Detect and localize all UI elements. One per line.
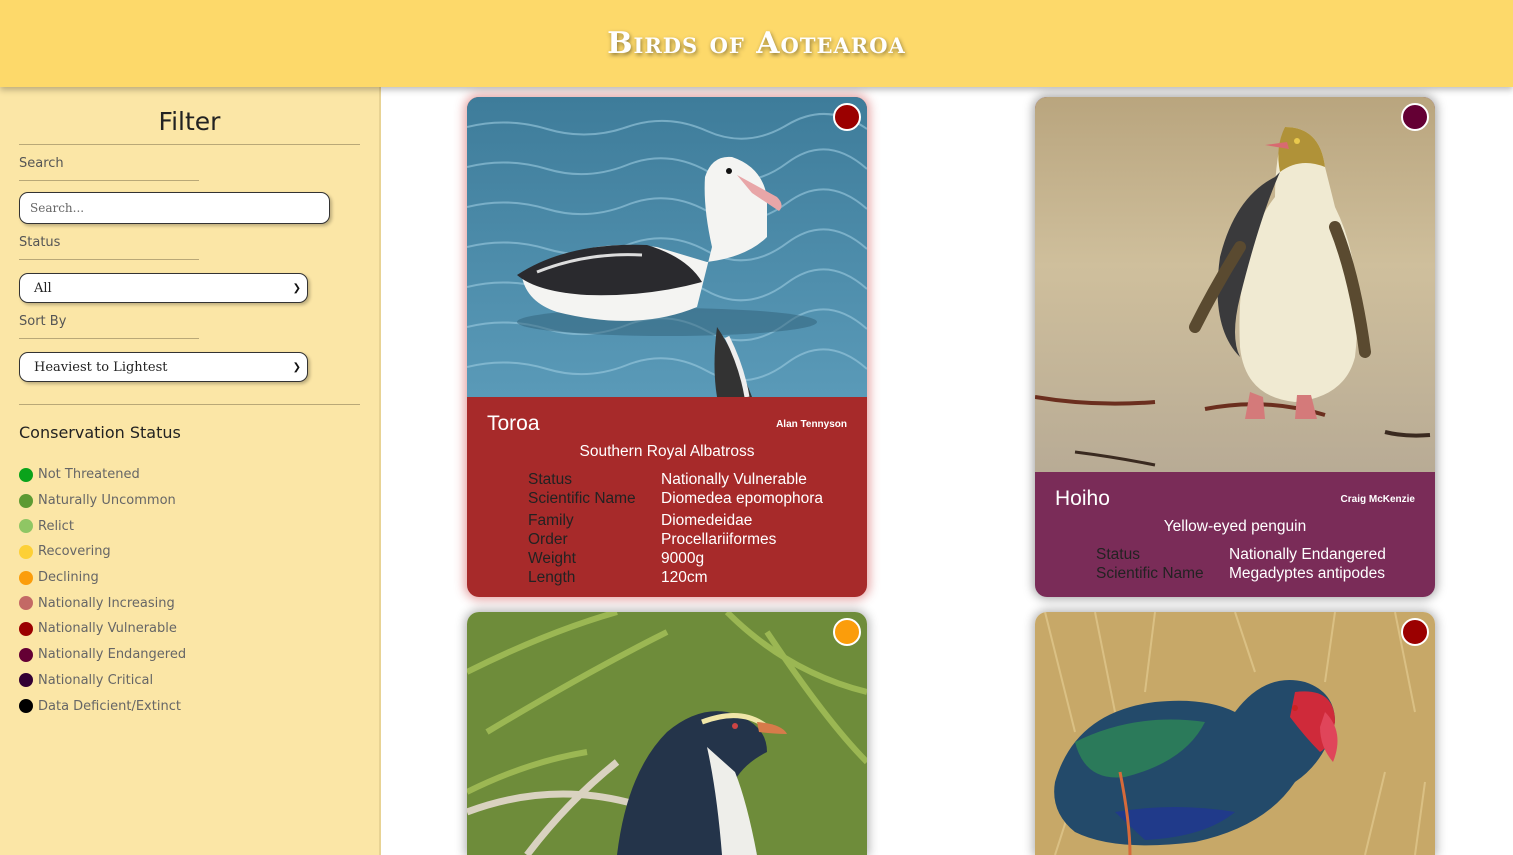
takahe-image <box>1035 612 1435 855</box>
sort-select[interactable]: Heaviest to Lightest ❯ <box>19 352 308 382</box>
fact-row: Scientific Name Megadyptes antipodes <box>1096 565 1385 582</box>
fact-row: Order Procellariiformes <box>528 531 777 548</box>
status-dot-icon <box>19 493 33 508</box>
common-name: Southern Royal Albatross <box>579 443 755 460</box>
divider <box>19 404 360 405</box>
legend-item: Nationally Endangered <box>19 642 360 668</box>
status-dot-icon <box>19 699 33 714</box>
filter-title: Filter <box>19 107 360 145</box>
photo-credit: Alan Tennyson <box>776 419 847 430</box>
status-label: Status <box>19 235 199 260</box>
status-dot-icon <box>19 519 33 534</box>
status-indicator-icon <box>833 618 861 646</box>
card-body: Hoiho Craig McKenzie Yellow-eyed penguin… <box>1035 472 1435 593</box>
filter-sidebar: Filter Search Status All ❯ Sort By Heavi… <box>0 87 381 855</box>
bird-photo <box>1035 97 1435 472</box>
legend-item: Nationally Vulnerable <box>19 616 360 642</box>
chevron-down-icon: ❯ <box>292 361 301 373</box>
legend-item: Data Deficient/Extinct <box>19 693 360 719</box>
card-body: Toroa Alan Tennyson Southern Royal Albat… <box>467 397 867 597</box>
legend-item: Nationally Critical <box>19 668 360 694</box>
legend-item: Declining <box>19 565 360 591</box>
common-name: Yellow-eyed penguin <box>1163 518 1307 535</box>
status-dot-icon <box>19 673 33 688</box>
penguin-image <box>1035 97 1435 472</box>
status-select[interactable]: All ❯ <box>19 273 308 303</box>
bird-photo <box>467 97 867 397</box>
fact-row: Scientific Name Diomedea epomophora <box>528 490 823 507</box>
status-legend: Not Threatened Naturally Uncommon Relict… <box>19 462 360 719</box>
bird-photo <box>467 612 867 855</box>
legend-item: Not Threatened <box>19 462 360 488</box>
status-dot-icon <box>19 596 33 611</box>
bird-card[interactable] <box>467 612 867 855</box>
bird-card[interactable] <box>1035 612 1435 855</box>
fact-row: Status Nationally Endangered <box>1096 546 1386 563</box>
status-indicator-icon <box>1401 618 1429 646</box>
sort-select-value: Heaviest to Lightest <box>34 359 168 375</box>
fact-row: Family Diomedeidae <box>528 512 753 529</box>
maori-name: Toroa <box>487 412 540 435</box>
fact-table: Status Nationally Vulnerable Scientific N… <box>528 470 847 587</box>
bird-photo <box>1035 612 1435 855</box>
legend-item: Nationally Increasing <box>19 590 360 616</box>
sort-label: Sort By <box>19 314 199 339</box>
chevron-down-icon: ❯ <box>292 282 301 294</box>
crested-penguin-image <box>467 612 867 855</box>
status-dot-icon <box>19 647 33 662</box>
search-input[interactable] <box>19 192 330 224</box>
conservation-status-title: Conservation Status <box>19 423 181 442</box>
fact-row: Status Nationally Vulnerable <box>528 471 807 488</box>
photo-credit: Craig McKenzie <box>1340 494 1415 505</box>
albatross-image <box>467 97 867 397</box>
fact-row: Length 120cm <box>528 569 708 586</box>
status-select-value: All <box>34 280 52 296</box>
status-indicator-icon <box>833 103 861 131</box>
fact-table: Status Nationally Endangered Scientific N… <box>1096 545 1415 583</box>
page-title: Birds of Aotearoa <box>607 26 906 61</box>
search-label: Search <box>19 156 199 181</box>
legend-item: Relict <box>19 513 360 539</box>
status-dot-icon <box>19 544 33 559</box>
status-dot-icon <box>19 570 33 585</box>
status-indicator-icon <box>1401 103 1429 131</box>
fact-row: Weight 9000g <box>528 550 705 567</box>
bird-card[interactable]: Toroa Alan Tennyson Southern Royal Albat… <box>467 97 867 597</box>
header: Birds of Aotearoa <box>0 0 1513 87</box>
status-dot-icon <box>19 467 33 482</box>
bird-card[interactable]: Hoiho Craig McKenzie Yellow-eyed penguin… <box>1035 97 1435 597</box>
legend-item: Naturally Uncommon <box>19 488 360 514</box>
maori-name: Hoiho <box>1055 487 1110 510</box>
status-dot-icon <box>19 621 33 636</box>
legend-item: Recovering <box>19 539 360 565</box>
